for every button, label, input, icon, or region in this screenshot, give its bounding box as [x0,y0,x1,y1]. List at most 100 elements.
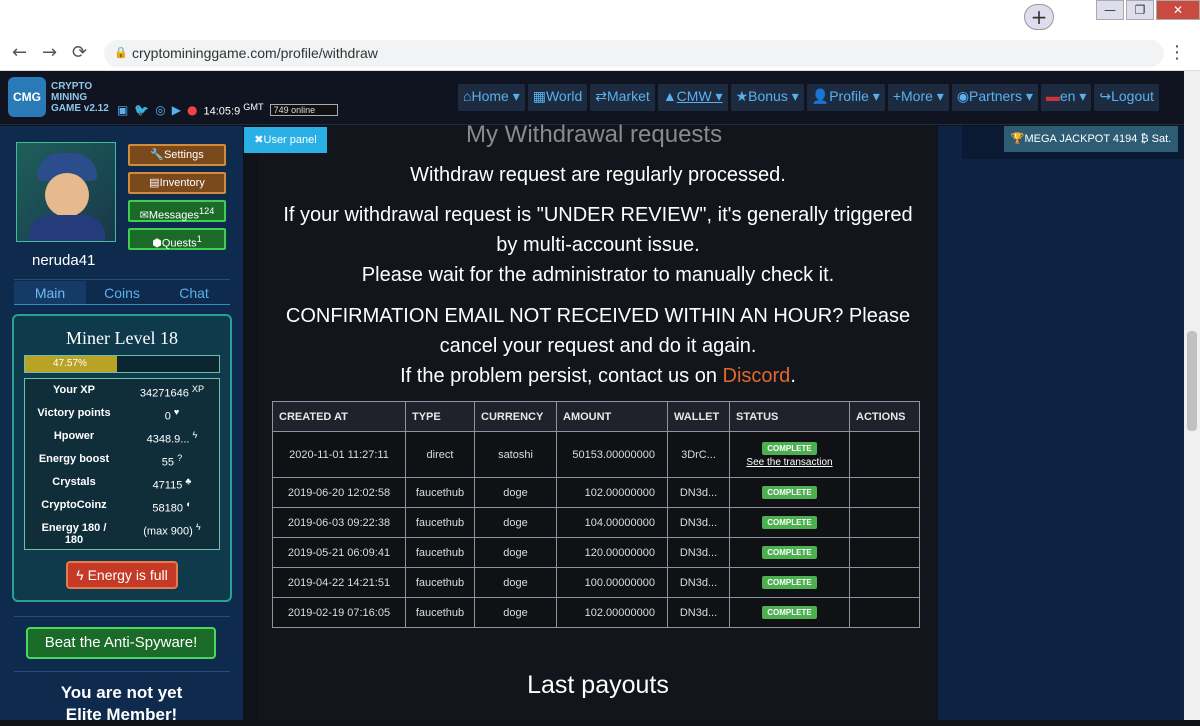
cell-actions [849,477,920,508]
settings-label: Settings [163,149,204,161]
tab-main[interactable]: Main [14,281,86,304]
menu-cmw[interactable]: ▲CMW ▾ [657,84,728,111]
instagram-icon[interactable]: ◎ [155,103,165,117]
minimize-button[interactable]: — [1096,0,1124,20]
menu-world[interactable]: ▦World [527,84,588,111]
reload-icon[interactable]: ⟳ [72,42,87,63]
menu-profile[interactable]: 👤Profile ▾ [806,84,885,111]
messages-label: Messages [148,209,200,222]
column-header: WALLET [667,401,730,432]
see-transaction-link[interactable]: See the transaction [734,457,845,468]
cell-wallet: DN3d... [667,537,730,568]
cell-status: COMPLETE [729,597,850,628]
social-links: ▣ 🐦 ◎ ▶ ● 14:05:9 GMT 749 online [117,102,338,118]
online-counter: 749 online [269,103,338,116]
status-badge: COMPLETE [762,486,817,499]
page-scrollbar[interactable] [1184,71,1200,720]
youtube-icon[interactable]: ▶ [172,103,181,117]
menu-logout[interactable]: ↪Logout [1094,84,1159,111]
menu-label: More ▾ [901,88,944,104]
site-logo[interactable]: CMG [8,77,46,117]
column-header: CURRENCY [474,401,557,432]
uk-flag-icon: ▬ [1045,88,1060,104]
jackpot-label: MEGA JACKPOT 4194 ₿ Sat. [1024,133,1172,145]
back-icon[interactable]: ← [12,42,27,63]
stat-row: Crystals 47115 ♣ [25,471,219,494]
twitter-icon[interactable]: 🐦 [134,103,149,117]
logout-icon: ↪ [1099,88,1112,104]
cell-wallet: 3DrC... [667,431,730,478]
new-tab-button[interactable]: + [1024,4,1054,30]
blog-icon[interactable]: ▣ [117,103,128,117]
menu-partners[interactable]: ◉Partners ▾ [951,84,1038,111]
cell-wallet: DN3d... [667,507,730,538]
stat-unit-icon: ϟ [195,522,201,532]
discord-link[interactable]: Discord [723,365,791,387]
plus-icon: + [892,88,901,104]
window-controls: — ❐ ✕ [1094,0,1200,22]
stat-value: 55 ? [131,453,213,469]
cell-currency: doge [474,597,557,628]
cmw-icon: ▲ [662,88,677,104]
user-panel-toggle[interactable]: ✖User panel [244,127,327,153]
stat-unit-icon: XP [191,384,205,394]
tab-chat[interactable]: Chat [158,281,230,304]
sidebar-tabs: Main Coins Chat [14,281,230,305]
site-navbar: CMG CRYPTO MINING GAME v2.12 ▣ 🐦 ◎ ▶ ● 1… [0,71,1200,125]
maximize-button[interactable]: ❐ [1126,0,1154,20]
table-row: 2019-05-21 06:09:41 faucethub doge 120.0000… [272,537,920,568]
stat-row: Hpower 4348.9... ϟ [25,425,219,448]
stat-number: 34271646 [139,387,189,400]
status-badge: COMPLETE [762,606,817,619]
cell-amount: 102.00000000 [556,597,668,628]
menu-more[interactable]: +More ▾ [887,84,949,111]
table-row: 2019-02-19 07:16:05 faucethub doge 102.0000… [272,597,920,628]
scrollbar-thumb[interactable] [1187,331,1197,431]
cell-actions [849,537,920,568]
stat-label: Crystals [52,476,96,488]
url-bar[interactable]: 🔒 cryptomininggame.com/profile/withdraw [104,40,1164,67]
lock-icon: 🔒 [114,47,128,59]
cell-type: faucethub [405,507,475,538]
quests-button[interactable]: ⬢Quests1 [128,228,226,250]
stat-unit-icon: ♣ [185,476,192,486]
menu-label: en ▾ [1059,88,1087,104]
cell-status: COMPLETE [729,537,850,568]
stat-number: 47115 [152,479,183,492]
avatar-body [29,215,105,241]
tab-coins[interactable]: Coins [86,281,158,304]
status-badge: COMPLETE [762,516,817,529]
table-header-row: CREATED AT TYPE CURRENCY AMOUNT WALLET S… [272,401,920,432]
clock-tz: GMT [243,102,264,112]
cell-created: 2019-04-22 14:21:51 [272,567,406,598]
stat-label: Energy 180 / 180 [41,522,107,546]
status-badge: COMPLETE [762,441,817,455]
anti-spyware-button[interactable]: Beat the Anti-Spyware! [26,627,216,659]
menu-bonus[interactable]: ★Bonus ▾ [730,84,804,111]
browser-menu-icon[interactable]: ⋮ [1168,42,1186,63]
avatar[interactable] [16,142,116,242]
menu-home[interactable]: ⌂Home ▾ [458,84,525,111]
settings-button[interactable]: 🔧Settings [128,144,226,166]
stat-row: CryptoCoinz 58180 ◐ [25,494,219,517]
close-window-button[interactable]: ✕ [1156,0,1200,20]
reddit-icon[interactable]: ● [187,103,197,117]
energy-full-button[interactable]: ϟ Energy is full [66,561,178,589]
stat-value: 58180 ◐ [131,499,213,515]
divider [14,671,230,672]
inventory-button[interactable]: ▤Inventory [128,172,226,194]
info-message: If the problem persist, contact us on Di… [258,361,938,391]
exchange-icon: ⇄ [595,88,608,104]
stat-number: (max 900) [143,525,193,538]
messages-button[interactable]: ✉Messages124 [128,200,226,222]
menu-market[interactable]: ⇄Market [590,84,655,111]
cell-wallet: DN3d... [667,597,730,628]
table-row: 2019-06-03 09:22:38 faucethub doge 104.0000… [272,507,920,538]
menu-language[interactable]: ▬en ▾ [1040,84,1092,111]
mega-jackpot-button[interactable]: 🏆MEGA JACKPOT 4194 ₿ Sat. [1004,126,1178,152]
stats-list: Your XP 34271646 XP Victory points 0 ♥ Hpowe… [24,378,220,550]
top-menu: ⌂Home ▾ ▦World ⇄Market ▲CMW ▾ ★Bonus ▾ 👤… [458,84,1159,111]
forward-icon[interactable]: → [42,42,57,63]
miner-stats-panel: Miner Level 18 47.57% Your XP 34271646 XP… [12,314,232,602]
address-bar-row: ← → ⟳ 🔒 cryptomininggame.com/profile/wit… [0,36,1200,71]
